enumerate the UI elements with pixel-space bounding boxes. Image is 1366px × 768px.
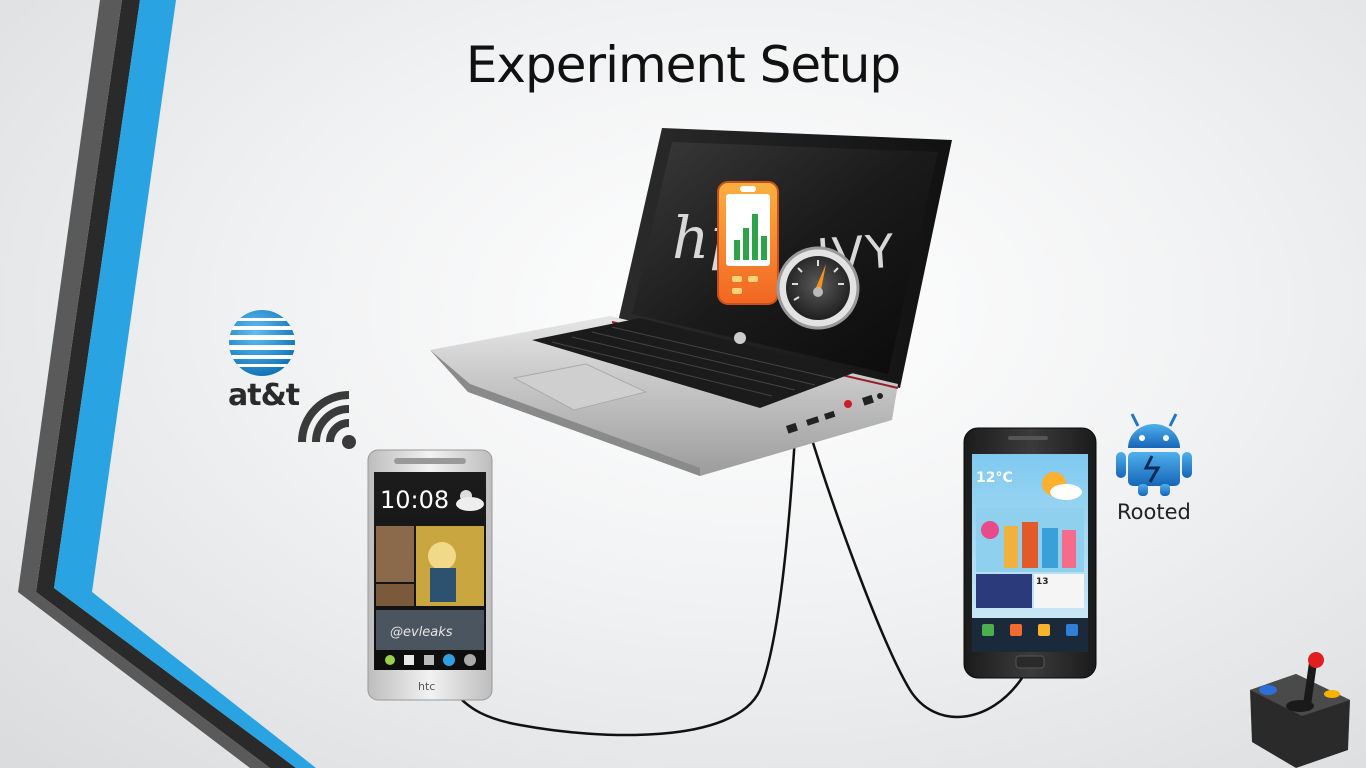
joystick-icon [1250,652,1350,768]
slide: Experiment Setup hp IVY at&t 10:08 @evle… [0,0,1366,768]
